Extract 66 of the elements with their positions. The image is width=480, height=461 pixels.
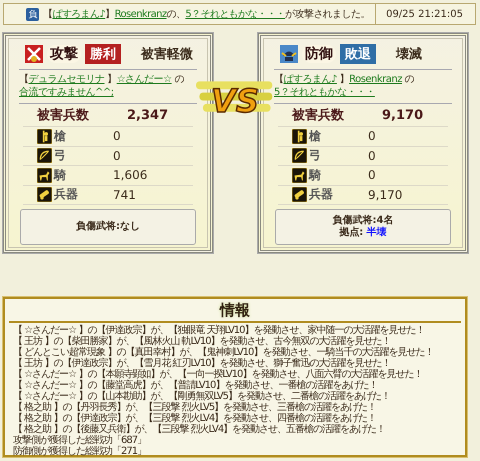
player-link[interactable]: ぱすろまん♪	[284, 74, 337, 85]
player-link[interactable]: ☆さんだー☆	[116, 74, 172, 85]
unit-value: 741	[113, 188, 136, 202]
horse-icon	[37, 168, 52, 183]
player-link[interactable]: デュラムセモリナ	[28, 74, 104, 85]
info-title: 情報	[9, 299, 461, 323]
timestamp: 09/25 21:21:05	[375, 4, 475, 24]
stat-value: 9,170	[382, 108, 424, 122]
unit-value: 0	[368, 148, 376, 163]
log-line: 攻撃側が獲得した総戦功「687」	[13, 435, 146, 446]
unit-label: 弓	[309, 147, 321, 164]
side-label: 防御	[302, 45, 336, 63]
player-link[interactable]: Rosenkranz	[114, 9, 167, 20]
unit-label: 槍	[54, 128, 66, 145]
damage-status: 被害軽微	[141, 46, 193, 63]
player-link[interactable]: 5？それともかな・・・	[274, 87, 375, 98]
summary-text: 拠点: 半壊	[339, 227, 387, 239]
unit-value: 9,170	[368, 188, 402, 202]
unit-label: 兵器	[309, 186, 333, 204]
log-line: 【 王坊 】の【伊達政宗】が、【雪月花 紅刃LV10】を発動させ、獅子奮迅の大活躍を見せた！	[13, 358, 391, 369]
unit-label: 槍	[309, 128, 321, 145]
unit-value: 0	[113, 129, 121, 144]
log-line: 【 格之助 】の【後藤又兵衛】が、【三段撃 烈火LV4】を発動させ、五番槍の活躍をあげた！	[13, 424, 386, 435]
stat-value: 2,347	[127, 108, 168, 122]
defeat-badge: 負	[26, 8, 39, 20]
bow-icon	[292, 148, 307, 164]
spear-icon	[292, 128, 307, 144]
siege-icon	[37, 187, 52, 202]
log-line: 【 王坊 】の【柴田勝家】が、【風林火山 軌LV10】を発動させ、古今無双の大活躍を見せた！	[13, 336, 391, 347]
result-label: 敗退	[340, 44, 376, 64]
player-link[interactable]: 5？それともかな・・・	[185, 9, 286, 20]
crossed-swords-icon	[25, 45, 43, 63]
spear-icon	[37, 128, 52, 144]
helmet-icon	[280, 45, 298, 63]
side-label: 攻撃	[47, 45, 81, 63]
log-line: 【 ☆さんだー☆ 】の【山本勘助】が、【剛勇無双LV5】を発動させ、二番槍の活躍をあげた！	[13, 391, 390, 402]
log-line: 【 格之助 】の【丹羽長秀】が、【三段撃 烈火LV5】を発動させ、三番槍の活躍をあげた！	[13, 402, 376, 413]
log-line: 【 ☆さんだー☆ 】の【藤堂高虎】が、【普請LV10】を発動させ、一番槍の活躍をあげた！	[13, 380, 378, 391]
result-label: 勝利	[85, 44, 121, 64]
log-line: 【 ☆さんだー☆ 】の【本願寺顕如】が、【一向一揆LV10】を発動させ、八面六臂の大活躍を見せた！	[13, 369, 422, 380]
player-link[interactable]: Rosenkranz	[349, 74, 402, 85]
summary-text: 負傷武将:4名	[332, 215, 394, 226]
player-link[interactable]: ぱすろまん♪	[52, 9, 106, 20]
unit-label: 騎	[309, 166, 321, 184]
participants-text: 【デュラムセモリナ 】☆さんだー☆ の 合流ですみません^^;	[19, 70, 197, 104]
unit-value: 1,606	[113, 168, 148, 182]
log-line: 【 どんとこい超常現象 】の【真田幸村】が、【鬼神刺LV10】を発動させ、一騎当千の大活躍を見せた！	[13, 347, 434, 358]
notice-text: 【ぱすろまん♪】Rosenkranzの、5？それともかな・・・が攻撃されました。	[43, 8, 370, 21]
player-link[interactable]: 合流ですみません^^;	[19, 87, 114, 98]
log-line: 【 ☆さんだー☆ 】の【伊達政宗】が、【独眼竜 天翔LV10】を発動させ、家中随一の大活躍を見せた！	[13, 325, 425, 336]
unit-label: 弓	[54, 147, 66, 164]
log-line: 防御側が獲得した総戦功「271」	[13, 446, 146, 457]
horse-icon	[292, 168, 307, 183]
unit-value: 0	[368, 168, 376, 182]
log-line: 【 格之助 】の【伊達政宗】が、【三段撃 烈火LV4】を発動させ、四番槍の活躍をあげた！	[13, 413, 376, 424]
stat-label: 被害兵数	[36, 106, 90, 124]
summary-text: 負傷武将:なし	[76, 221, 140, 233]
unit-value: 0	[113, 148, 121, 163]
unit-value: 0	[368, 129, 376, 144]
unit-label: 騎	[54, 166, 66, 184]
bow-icon	[37, 148, 52, 164]
stat-label: 被害兵数	[290, 106, 345, 124]
siege-icon	[292, 187, 307, 202]
participants-text: 【ぱすろまん♪ 】Rosenkranz の 5？それともかな・・・	[274, 70, 452, 104]
unit-label: 兵器	[54, 186, 78, 204]
damage-status: 壊滅	[396, 46, 422, 63]
